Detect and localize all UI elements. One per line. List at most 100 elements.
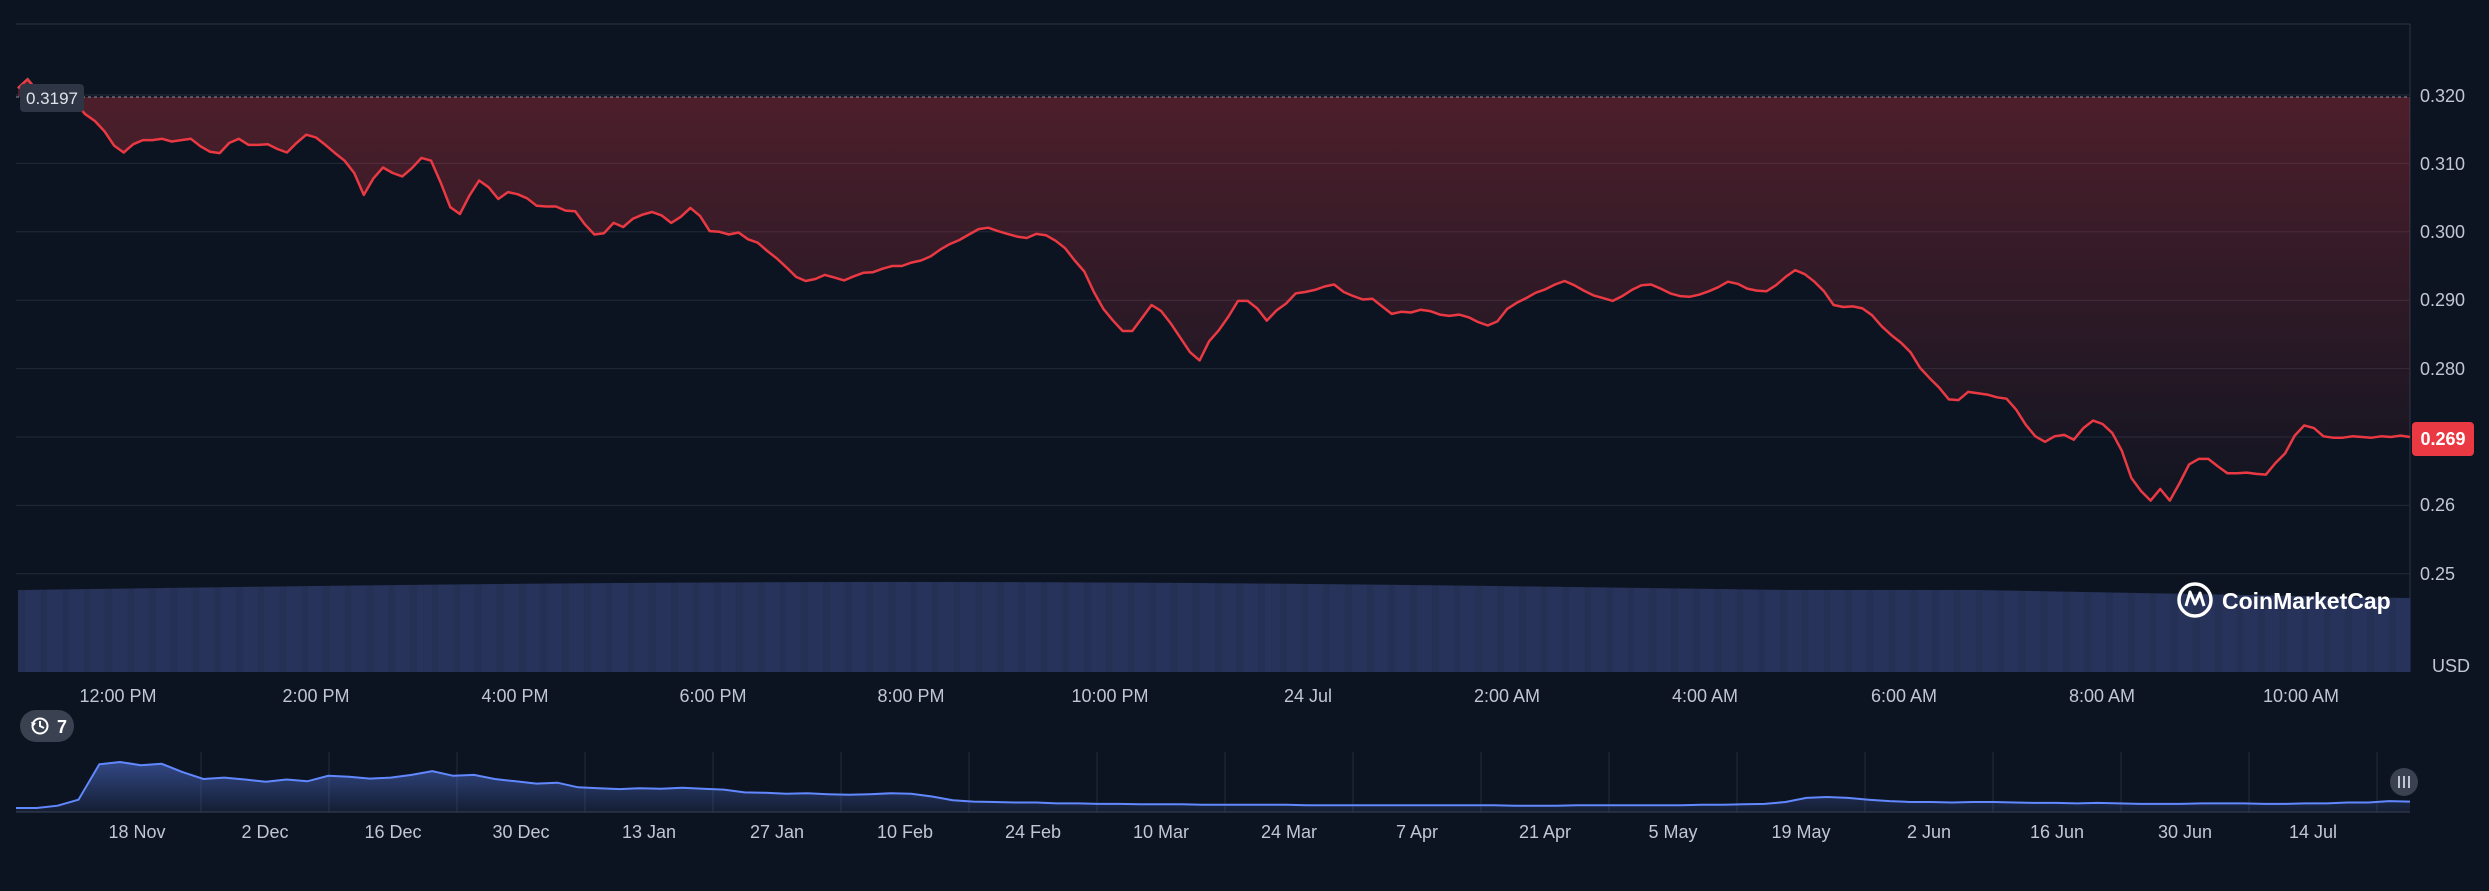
volume-bar: [25, 589, 34, 672]
volume-bar: [1337, 584, 1346, 672]
volume-bar: [2134, 593, 2143, 672]
volume-bar: [329, 585, 338, 672]
volume-bar: [597, 583, 606, 672]
volume-bar: [83, 589, 92, 672]
nav-tick-label: 16 Dec: [364, 822, 421, 842]
nav-tick-label: 7 Apr: [1396, 822, 1438, 842]
history-badge[interactable]: 7: [20, 710, 74, 742]
volume-bar: [126, 588, 135, 672]
svg-text:0.269: 0.269: [2420, 429, 2465, 449]
volume-bar: [1474, 585, 1483, 672]
volume-bar: [1830, 590, 1838, 672]
y-axis: 0.320 0.310 0.300 0.290 0.280 0.26 0.25 …: [2420, 86, 2470, 676]
volume-bar: [1445, 585, 1454, 672]
volume-bar: [220, 587, 229, 672]
nav-tick-label: 21 Apr: [1519, 822, 1571, 842]
volume-bar: [1692, 588, 1701, 672]
volume-bar: [1511, 586, 1520, 672]
volume-bar: [2141, 593, 2150, 672]
volume-bar: [924, 582, 932, 672]
volume-bar: [365, 585, 374, 672]
volume-bar: [155, 588, 164, 672]
volume-bar: [1735, 589, 1744, 672]
volume-bar: [1011, 582, 1019, 672]
volume-bar: [539, 583, 548, 672]
volume-bar: [2192, 594, 2201, 672]
volume-bar: [474, 584, 483, 672]
volume-bar: [1054, 582, 1063, 672]
price-chart[interactable]: 0.320 0.310 0.300 0.290 0.280 0.26 0.25 …: [0, 0, 2489, 886]
volume-bar: [1228, 583, 1237, 672]
pause-handle-icon: [2398, 776, 2410, 788]
volume-bar: [1728, 589, 1737, 672]
volume-bar: [793, 582, 802, 672]
nav-tick-label: 2 Jun: [1907, 822, 1951, 842]
volume-bar: [1989, 590, 1998, 672]
volume-bar: [1627, 587, 1636, 672]
volume-bar: [97, 588, 106, 672]
brand-name: CoinMarketCap: [2222, 588, 2391, 614]
volume-bar: [945, 582, 954, 672]
volume-bar: [1837, 590, 1846, 672]
volume-bar: [90, 588, 99, 672]
volume-bar: [1866, 590, 1875, 672]
volume-bar: [445, 584, 454, 672]
volume-bar: [1395, 584, 1404, 672]
volume-bar: [1424, 585, 1433, 672]
volume-bar: [344, 585, 353, 672]
volume-bar: [2395, 597, 2404, 672]
volume-bar: [1619, 587, 1628, 672]
volume-bar: [2040, 591, 2049, 672]
volume-bar: [1822, 590, 1831, 672]
volume-bar: [1098, 582, 1106, 672]
volume-bar: [1221, 583, 1230, 672]
volume-bar: [264, 586, 273, 672]
nav-tick-label: 14 Jul: [2289, 822, 2337, 842]
volume-bar: [1453, 585, 1462, 672]
volume-bar: [1047, 582, 1056, 672]
volume-bar: [1721, 589, 1730, 672]
volume-bar: [1605, 587, 1614, 672]
price-chart-widget[interactable]: 0.320 0.310 0.300 0.290 0.280 0.26 0.25 …: [0, 0, 2489, 886]
volume-bar: [1387, 584, 1396, 672]
volume-bar: [460, 584, 469, 672]
volume-bar: [953, 582, 961, 672]
x-tick-label: 2:00 PM: [282, 686, 349, 706]
range-navigator[interactable]: 18 Nov 2 Dec 16 Dec 30 Dec 13 Jan 27 Jan…: [16, 752, 2418, 842]
volume-bar: [1467, 585, 1476, 672]
volume-bar: [1127, 582, 1135, 672]
volume-bar: [286, 586, 295, 672]
volume-bar: [358, 585, 367, 672]
volume-bar: [1018, 582, 1027, 672]
volume-bar: [1286, 583, 1295, 672]
volume-bar: [2098, 592, 2107, 672]
volume-bar: [1859, 590, 1867, 672]
nav-tick-label: 10 Mar: [1133, 822, 1189, 842]
volume-bar: [1532, 586, 1541, 672]
volume-bar: [1750, 589, 1759, 672]
volume-bar: [2112, 592, 2121, 672]
volume-bar: [373, 585, 382, 672]
volume-bar: [1003, 582, 1012, 672]
volume-bar: [1540, 586, 1549, 672]
volume-bar: [1090, 582, 1099, 672]
volume-bar: [213, 587, 222, 672]
volume-bar: [1242, 583, 1251, 672]
volume-bar: [648, 582, 657, 672]
volume-bar: [431, 584, 440, 672]
volume-bar: [1257, 583, 1266, 672]
volume-bar: [880, 582, 889, 672]
volume-bar: [1953, 590, 1962, 672]
navigator-handle[interactable]: [2390, 768, 2418, 796]
volume-bar: [2011, 590, 2020, 672]
volume-bar: [2033, 591, 2041, 672]
volume-bar: [1583, 587, 1592, 672]
volume-bar: [982, 582, 990, 672]
volume-bar: [808, 582, 816, 672]
volume-bar: [771, 582, 780, 672]
volume-bar: [271, 586, 280, 672]
volume-bar: [844, 582, 853, 672]
volume-bar: [1438, 585, 1447, 672]
volume-bar: [1214, 583, 1222, 672]
volume-bar: [2083, 592, 2092, 672]
